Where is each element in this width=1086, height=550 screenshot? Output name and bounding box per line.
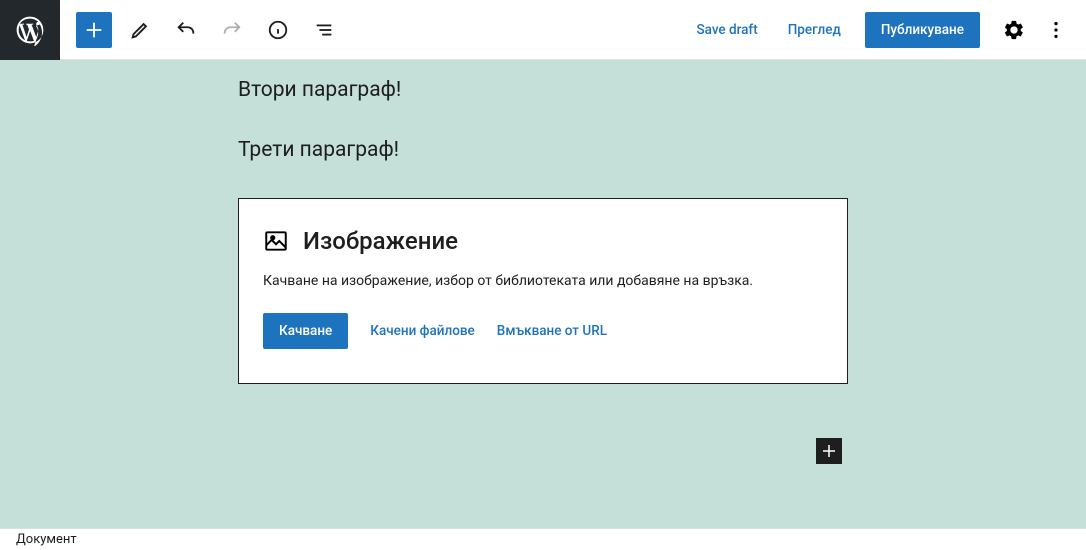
editor-footer: Документ bbox=[0, 528, 1086, 550]
image-block-header: Изображение bbox=[263, 227, 823, 255]
more-options-button[interactable] bbox=[1038, 12, 1074, 48]
more-vertical-icon bbox=[1045, 19, 1067, 41]
add-block-inline-button[interactable] bbox=[816, 438, 842, 464]
image-block-title: Изображение bbox=[303, 227, 458, 255]
info-icon bbox=[267, 19, 289, 41]
edit-mode-button[interactable] bbox=[122, 12, 158, 48]
plus-icon bbox=[83, 19, 105, 41]
preview-button[interactable]: Преглед bbox=[776, 14, 853, 46]
image-block-placeholder[interactable]: Изображение Качване на изображение, избо… bbox=[238, 198, 848, 384]
plus-icon bbox=[820, 442, 838, 460]
paragraph-block[interactable]: Трети параграф! bbox=[238, 138, 848, 162]
info-button[interactable] bbox=[260, 12, 296, 48]
image-icon bbox=[263, 228, 289, 254]
image-block-description: Качване на изображение, избор от библиот… bbox=[263, 273, 823, 289]
publish-button[interactable]: Публикуване bbox=[865, 12, 980, 48]
breadcrumb[interactable]: Документ bbox=[16, 532, 77, 547]
insert-url-button[interactable]: Вмъкване от URL bbox=[497, 323, 607, 339]
editor-header: Save draft Преглед Публикуване bbox=[0, 0, 1086, 60]
toolbar-left bbox=[60, 12, 342, 48]
undo-button[interactable] bbox=[168, 12, 204, 48]
save-draft-button[interactable]: Save draft bbox=[684, 14, 769, 46]
paragraph-block[interactable]: Втори параграф! bbox=[238, 78, 848, 102]
upload-button[interactable]: Качване bbox=[263, 313, 348, 349]
redo-button[interactable] bbox=[214, 12, 250, 48]
gear-icon bbox=[1003, 19, 1025, 41]
outline-button[interactable] bbox=[306, 12, 342, 48]
editor-canvas: Втори параграф! Трети параграф! Изображе… bbox=[0, 60, 1086, 528]
wordpress-icon bbox=[14, 14, 46, 46]
pencil-icon bbox=[129, 19, 151, 41]
add-block-button[interactable] bbox=[76, 12, 112, 48]
settings-button[interactable] bbox=[996, 12, 1032, 48]
toolbar-right: Save draft Преглед Публикуване bbox=[684, 12, 1086, 48]
content-area: Втори параграф! Трети параграф! Изображе… bbox=[238, 60, 848, 384]
redo-icon bbox=[221, 19, 243, 41]
list-icon bbox=[313, 19, 335, 41]
image-block-actions: Качване Качени файлове Вмъкване от URL bbox=[263, 313, 823, 349]
undo-icon bbox=[175, 19, 197, 41]
wordpress-logo[interactable] bbox=[0, 0, 60, 60]
media-library-button[interactable]: Качени файлове bbox=[370, 323, 475, 339]
